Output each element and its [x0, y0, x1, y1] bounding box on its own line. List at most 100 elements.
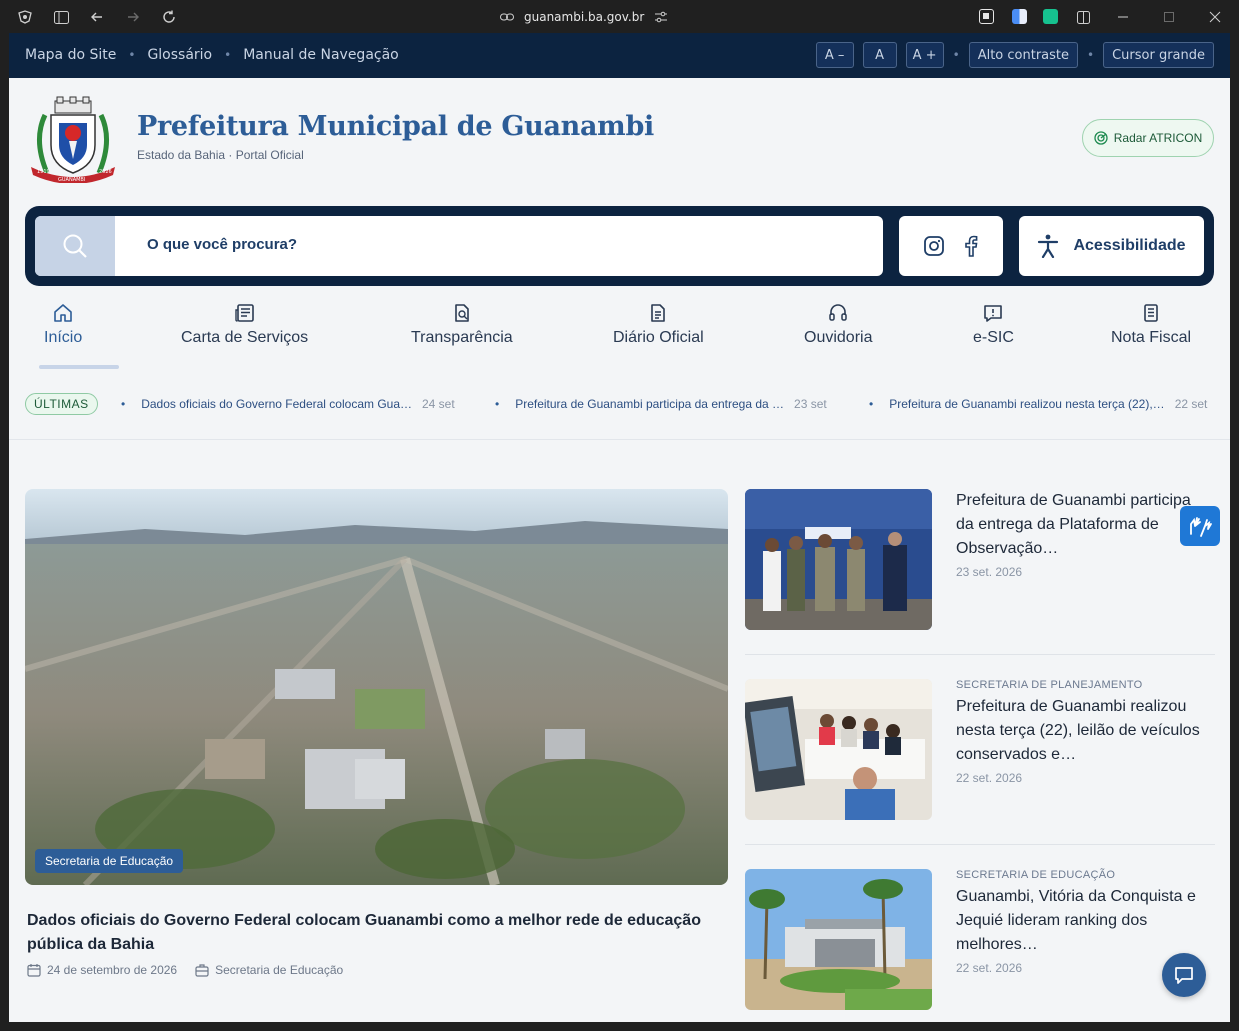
logo-name: GUANAMBI [58, 177, 85, 183]
nav-label: Ouvidoria [804, 329, 873, 346]
reload-icon[interactable] [160, 8, 178, 26]
nav-item-transparencia[interactable]: Transparência [411, 303, 513, 347]
news-title[interactable]: Guanambi, Vitória da Conquista e Jequié … [956, 885, 1206, 957]
forward-icon[interactable] [124, 8, 142, 26]
close-window-icon[interactable] [1206, 8, 1224, 26]
chat-bubble-icon [1175, 967, 1193, 984]
extension-screen-icon[interactable] [979, 9, 994, 24]
extension-green-icon[interactable] [1043, 9, 1058, 24]
logo-year-start: 1919 [37, 169, 50, 175]
nav-item-e-sic[interactable]: e-SIC [973, 303, 1014, 347]
site-settings-icon[interactable] [654, 11, 668, 23]
news-title[interactable]: Prefeitura de Guanambi realizou nesta te… [956, 695, 1206, 767]
coat-of-arms-logo[interactable]: 1919 2026 GUANAMBI [25, 95, 121, 184]
search-icon[interactable] [35, 216, 115, 276]
radar-label: Radar ATRICON [1113, 131, 1203, 145]
address-bar[interactable]: guanambi.ba.gov.br [500, 8, 668, 26]
minimize-icon[interactable] [1114, 8, 1132, 26]
site-title[interactable]: Prefeitura Municipal de Guanambi [137, 111, 654, 142]
extension-doc-icon[interactable] [1012, 9, 1027, 24]
separator-dot: • [952, 48, 960, 62]
navigation-manual-link[interactable]: Manual de Navegação [243, 47, 399, 63]
chat-button[interactable] [1162, 953, 1206, 997]
news-thumbnail [745, 489, 932, 630]
message-alert-icon [984, 305, 1003, 322]
hero-news-card[interactable]: Secretaria de Educação [25, 489, 728, 885]
hero-date: 24 de setembro de 2026 [47, 963, 178, 977]
divider [9, 439, 1230, 440]
big-cursor-button[interactable]: Cursor grande [1103, 42, 1214, 68]
news-card[interactable]: SECRETARIA DE EDUCAÇÃO Guanambi, Vitória… [745, 869, 1215, 1014]
radar-atricon-button[interactable]: Radar ATRICON [1082, 119, 1214, 157]
hero-aerial-city-image [25, 489, 728, 885]
page-viewport: Mapa do Site • Glossário • Manual de Nav… [9, 33, 1230, 1022]
url-text: guanambi.ba.gov.br [524, 10, 645, 24]
ticker-item[interactable]: • Prefeitura de Guanambi realizou nesta t… [869, 397, 1207, 411]
ticker-text: Prefeitura de Guanambi participa da entr… [515, 397, 785, 411]
site-map-link[interactable]: Mapa do Site [25, 47, 116, 63]
news-card[interactable]: SECRETARIA DE PLANEJAMENTO Prefeitura de… [745, 679, 1215, 824]
news-title[interactable]: Prefeitura de Guanambi participa da entr… [956, 489, 1206, 561]
browser-logo-icon[interactable] [16, 8, 34, 26]
separator-dot: • [128, 48, 136, 62]
link-icon [500, 13, 514, 21]
search-field[interactable]: O que você procura? [35, 216, 883, 276]
nav-item-ouvidoria[interactable]: Ouvidoria [804, 303, 872, 347]
ticker-bullet: • [869, 397, 874, 411]
search-band: O que você procura? Acessibilidade [25, 206, 1214, 286]
file-search-icon [455, 304, 469, 322]
news-thumbnail [745, 679, 932, 820]
instagram-icon[interactable] [924, 236, 944, 256]
nav-active-underline [39, 365, 119, 369]
font-increase-button[interactable]: A + [905, 42, 944, 68]
logo-year-end: 2026 [99, 169, 112, 175]
divider [745, 654, 1215, 655]
sidebar-toggle-icon[interactable] [52, 8, 70, 26]
calendar-icon [27, 964, 41, 977]
font-decrease-button[interactable]: A – [815, 42, 854, 68]
font-reset-button[interactable]: A [862, 42, 897, 68]
news-text: SECRETARIA DE PLANEJAMENTO Prefeitura de… [956, 679, 1206, 785]
newspaper-icon [234, 304, 254, 322]
hero-category: Secretaria de Educação [215, 963, 344, 977]
latest-badge: ÚLTIMAS [25, 393, 98, 415]
nav-item-diario-oficial[interactable]: Diário Oficial [613, 303, 704, 347]
news-card[interactable]: Prefeitura de Guanambi participa da entr… [745, 489, 1215, 634]
news-text: Prefeitura de Guanambi participa da entr… [956, 489, 1206, 579]
vlibras-sign-language-button[interactable] [1180, 506, 1220, 546]
hero-meta: 24 de setembro de 2026 Secretaria de Edu… [27, 963, 343, 977]
high-contrast-button[interactable]: Alto contraste [968, 42, 1078, 68]
news-category[interactable]: SECRETARIA DE EDUCAÇÃO [956, 869, 1206, 881]
social-links [899, 216, 1003, 276]
hands-icon [1190, 517, 1212, 537]
accessibility-icon [1038, 234, 1059, 258]
nav-label: Nota Fiscal [1111, 329, 1192, 346]
ticker-item[interactable]: • Prefeitura de Guanambi participa da ent… [495, 397, 827, 411]
nav-item-nota-fiscal[interactable]: Nota Fiscal [1111, 303, 1191, 347]
main-nav: Início Carta de Serviços Transparência D… [25, 303, 1214, 371]
split-view-icon[interactable] [1074, 8, 1092, 26]
glossary-link[interactable]: Glossário [147, 47, 212, 63]
maximize-icon[interactable] [1160, 8, 1178, 26]
ticker-bullet: • [121, 397, 126, 411]
ticker-bullet: • [495, 397, 500, 411]
nav-label: Transparência [411, 329, 513, 346]
browser-toolbar: guanambi.ba.gov.br [0, 0, 1239, 33]
news-category[interactable]: SECRETARIA DE PLANEJAMENTO [956, 679, 1206, 691]
hero-category-badge[interactable]: Secretaria de Educação [35, 849, 184, 873]
ticker-date: 24 set [422, 397, 455, 411]
accessibility-button[interactable]: Acessibilidade [1019, 216, 1204, 276]
accessibility-label: Acessibilidade [1073, 237, 1186, 254]
facebook-icon[interactable] [964, 235, 978, 257]
ticker-text: Dados oficiais do Governo Federal coloca… [141, 397, 412, 411]
back-icon[interactable] [88, 8, 106, 26]
nav-item-inicio[interactable]: Início [44, 303, 82, 347]
ticker-date: 23 set [794, 397, 827, 411]
hero-title[interactable]: Dados oficiais do Governo Federal coloca… [27, 909, 727, 957]
nav-item-carta-de-servicos[interactable]: Carta de Serviços [181, 303, 308, 347]
nav-label: Carta de Serviços [181, 329, 309, 346]
ticker-item[interactable]: • Dados oficiais do Governo Federal coloc… [121, 397, 455, 411]
search-placeholder: O que você procura? [147, 236, 298, 253]
news-date: 22 set. 2026 [956, 771, 1023, 785]
site-subtitle: Estado da Bahia · Portal Oficial [137, 148, 304, 162]
